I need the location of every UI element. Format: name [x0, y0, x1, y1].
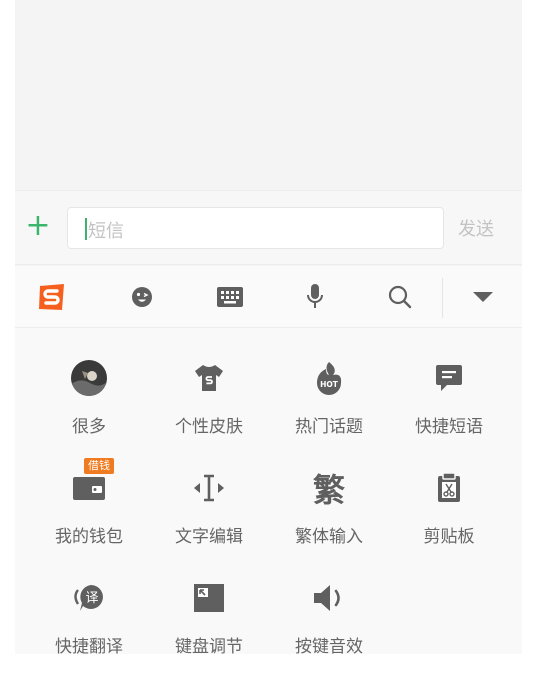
message-icon — [389, 358, 509, 398]
panel-item-label: 热门话题 — [295, 417, 363, 437]
send-button[interactable]: 发送 — [458, 215, 494, 241]
sms-ime-screen: + 短信 发送 很多 个性皮肤 HOT 热门话题 快捷短语 我的钱包 文字编辑 … — [15, 0, 522, 654]
panel-item-wallet[interactable]: 我的钱包 — [29, 438, 149, 548]
traditional-icon: 繁 — [269, 468, 389, 509]
panel-item-label: 快捷短语 — [415, 417, 483, 437]
ime-toolbar — [15, 266, 522, 328]
clipboard-icon — [389, 468, 509, 508]
sms-input-placeholder: 短信 — [88, 221, 124, 242]
hot-icon: HOT — [269, 358, 389, 398]
collapse-icon[interactable] — [463, 266, 503, 328]
cursor-edit-icon — [149, 468, 269, 508]
panel-item-label: 我的钱包 — [55, 527, 123, 547]
panel-item-label: 繁体输入 — [295, 527, 363, 547]
panel-item-text-edit[interactable]: 文字编辑 — [149, 438, 269, 548]
panel-item-label: 按键音效 — [295, 637, 363, 654]
panel-item-label: 个性皮肤 — [175, 417, 243, 437]
tshirt-icon — [149, 358, 269, 398]
function-panel: 很多 个性皮肤 HOT 热门话题 快捷短语 我的钱包 文字编辑 繁 繁体输入 剪… — [15, 328, 522, 654]
panel-item-translate[interactable]: 译 快捷翻译 — [29, 548, 149, 654]
search-icon[interactable] — [380, 266, 420, 328]
wallet-icon — [29, 468, 149, 508]
panel-item-label: 快捷翻译 — [55, 637, 123, 654]
emoji-icon[interactable] — [122, 266, 162, 328]
sogou-logo-icon[interactable] — [32, 266, 72, 328]
avatar-icon — [29, 358, 149, 398]
translate-icon: 译 — [29, 578, 149, 618]
panel-item-skins[interactable]: 个性皮肤 — [149, 328, 269, 438]
wallet-loan-badge: 借钱 — [84, 458, 114, 474]
panel-item-label: 剪贴板 — [423, 527, 475, 547]
panel-item-quick-phrases[interactable]: 快捷短语 — [389, 328, 509, 438]
sms-input[interactable]: 短信 — [67, 207, 444, 249]
panel-item-keyboard-adjust[interactable]: 键盘调节 — [149, 548, 269, 654]
keyboard-adjust-icon — [149, 578, 269, 618]
translate-glyph: 译 — [85, 591, 98, 606]
add-attachment-button[interactable]: + — [25, 211, 51, 241]
panel-item-traditional[interactable]: 繁 繁体输入 — [269, 438, 389, 548]
keyboard-icon[interactable] — [210, 266, 250, 328]
compose-bar: + 短信 发送 — [15, 190, 522, 265]
toolbar-divider — [442, 278, 443, 318]
traditional-glyph: 繁 — [312, 471, 345, 509]
speaker-icon — [269, 578, 389, 618]
microphone-icon[interactable] — [295, 266, 335, 328]
panel-item-label: 很多 — [72, 417, 106, 437]
panel-item-clipboard[interactable]: 剪贴板 — [389, 438, 509, 548]
panel-item-avatar[interactable]: 很多 — [29, 328, 149, 438]
panel-item-label: 键盘调节 — [175, 637, 243, 654]
svg-text:HOT: HOT — [320, 380, 339, 389]
panel-item-hot-topics[interactable]: HOT 热门话题 — [269, 328, 389, 438]
text-cursor — [85, 218, 87, 240]
panel-item-key-sound[interactable]: 按键音效 — [269, 548, 389, 654]
message-area — [15, 0, 522, 190]
panel-item-label: 文字编辑 — [175, 527, 243, 547]
